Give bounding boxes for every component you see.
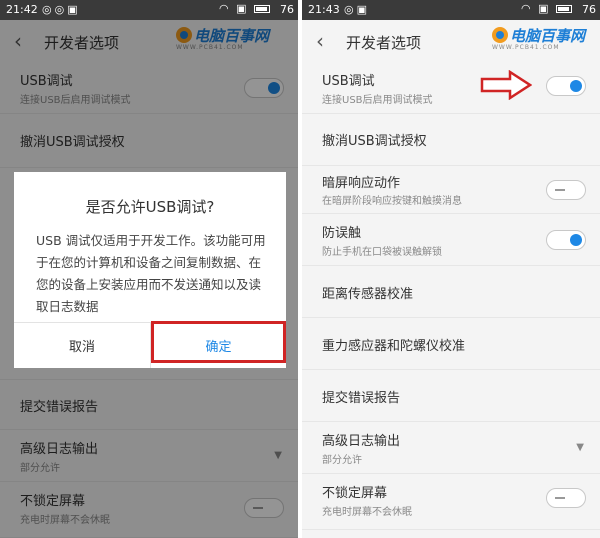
stay-awake-item[interactable]: 不锁定屏幕 充电时屏幕不会休眠 bbox=[302, 474, 600, 530]
mistouch-item[interactable]: 防误触 防止手机在口袋被误触解锁 bbox=[302, 214, 600, 266]
page-title: 开发者选项 bbox=[346, 34, 422, 52]
status-time: 21:42 bbox=[6, 3, 38, 16]
signal-icon: ◠ ▣ bbox=[219, 2, 270, 15]
watermark-logo: 电脑百事网 WWW.PCB41.COM bbox=[492, 27, 586, 51]
notification-icons: ◎◎▣ bbox=[42, 3, 81, 16]
usb-debug-item[interactable]: USB调试 连接USB后启用调试模式 bbox=[302, 62, 600, 114]
dark-screen-toggle[interactable] bbox=[546, 180, 586, 200]
left-phone-screen: 21:42 ◎◎▣ ◠ ▣ 76 ‹ 开发者选项 电脑百事网 WWW.PCB41… bbox=[0, 0, 298, 538]
chevron-down-icon: ▼ bbox=[576, 442, 584, 453]
item-desc: 连接USB后启用调试模式 bbox=[322, 95, 433, 106]
dark-screen-item[interactable]: 暗屏响应动作 在暗屏阶段响应按键和触摸消息 bbox=[302, 166, 600, 214]
advanced-log-item[interactable]: 高级日志输出 部分允许 ▼ bbox=[302, 422, 600, 474]
item-desc: 在暗屏阶段响应按键和触摸消息 bbox=[322, 196, 462, 207]
signal-icon: ◠ ▣ bbox=[521, 2, 572, 15]
cancel-button[interactable]: 取消 bbox=[14, 336, 150, 355]
item-desc: 充电时屏幕不会休眠 bbox=[322, 507, 412, 518]
notification-icons: ◎▣ bbox=[344, 3, 370, 16]
battery-level: 76 bbox=[280, 3, 294, 16]
red-arrow-icon bbox=[480, 70, 532, 100]
watermark-icon bbox=[492, 27, 508, 43]
gravity-calibration-item[interactable]: 重力感应器和陀螺仪校准 bbox=[302, 318, 600, 370]
item-label: 防误触 bbox=[322, 226, 362, 241]
status-time: 21:43 bbox=[308, 3, 340, 16]
back-arrow-icon[interactable]: ‹ bbox=[316, 29, 324, 53]
item-label: 重力感应器和陀螺仪校准 bbox=[322, 339, 466, 354]
dialog-message: USB 调试仅适用于开发工作。该功能可用于在您的计算机和设备之间复制数据、在您的… bbox=[36, 233, 266, 314]
stay-awake-toggle[interactable] bbox=[546, 488, 586, 508]
status-bar: 21:42 ◎◎▣ ◠ ▣ 76 bbox=[0, 0, 298, 20]
bug-report-item[interactable]: 提交错误报告 bbox=[302, 370, 600, 422]
item-label: USB调试 bbox=[322, 74, 375, 89]
confirm-highlight-box bbox=[151, 321, 286, 363]
battery-level: 76 bbox=[582, 3, 596, 16]
item-label: 不锁定屏幕 bbox=[322, 486, 388, 501]
item-label: 高级日志输出 bbox=[322, 434, 401, 449]
proximity-calibration-item[interactable]: 距离传感器校准 bbox=[302, 266, 600, 318]
battery-icon bbox=[254, 5, 270, 13]
item-label: 提交错误报告 bbox=[322, 391, 401, 406]
item-desc: 防止手机在口袋被误触解锁 bbox=[322, 247, 442, 258]
usb-debug-toggle[interactable] bbox=[546, 76, 586, 96]
settings-list: USB调试 连接USB后启用调试模式 撤消USB调试授权 暗屏响应动作 在暗屏阶… bbox=[302, 62, 600, 530]
item-label: 距离传感器校准 bbox=[322, 287, 414, 302]
item-desc: 部分允许 bbox=[322, 455, 362, 466]
right-phone-screen: 21:43 ◎▣ ◠ ▣ 76 ‹ 开发者选项 电脑百事网 WWW.PCB41.… bbox=[302, 0, 600, 538]
battery-icon bbox=[556, 5, 572, 13]
item-label: 暗屏响应动作 bbox=[322, 176, 401, 191]
status-bar: 21:43 ◎▣ ◠ ▣ 76 bbox=[302, 0, 600, 20]
revoke-usb-item[interactable]: 撤消USB调试授权 bbox=[302, 114, 600, 166]
item-label: 撤消USB调试授权 bbox=[322, 134, 427, 149]
dialog-title: 是否允许USB调试? bbox=[85, 198, 215, 216]
mistouch-toggle[interactable] bbox=[546, 230, 586, 250]
